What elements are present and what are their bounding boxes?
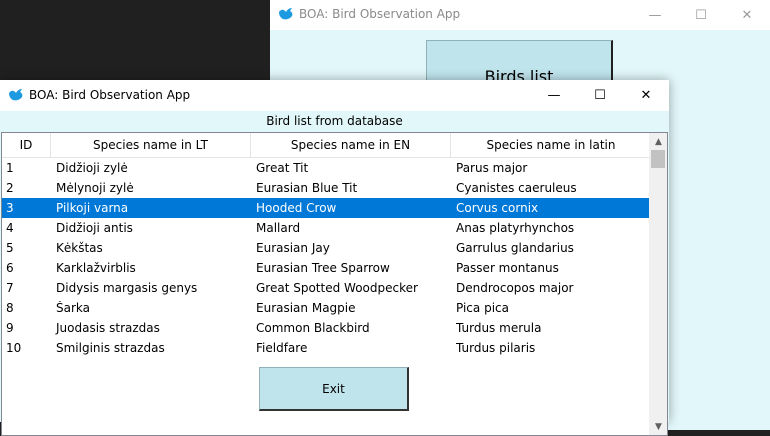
cell-lt: Kėkštas xyxy=(56,241,103,255)
cell-id: 3 xyxy=(6,201,14,215)
cell-id: 2 xyxy=(6,181,14,195)
cell-lt: Karklažvirblis xyxy=(56,261,136,275)
scroll-down-icon[interactable]: ▼ xyxy=(650,418,667,435)
table-row[interactable]: 9 Juodasis strazdas Common Blackbird Tur… xyxy=(2,318,652,338)
cell-latin: Garrulus glandarius xyxy=(456,241,574,255)
cell-latin: Cyanistes caeruleus xyxy=(456,181,577,195)
cell-id: 5 xyxy=(6,241,14,255)
cell-latin: Corvus cornix xyxy=(456,201,539,215)
cell-id: 9 xyxy=(6,321,14,335)
table-header: ID Species name in LT Species name in EN… xyxy=(2,133,652,158)
cell-id: 4 xyxy=(6,221,14,235)
close-icon[interactable]: ✕ xyxy=(724,0,770,30)
table-row[interactable]: 5 Kėkštas Eurasian Jay Garrulus glandari… xyxy=(2,238,652,258)
cell-id: 8 xyxy=(6,301,14,315)
column-header-en[interactable]: Species name in EN xyxy=(251,133,451,157)
cell-lt: Didžioji zylė xyxy=(56,161,128,175)
background-window-title: BOA: Bird Observation App xyxy=(299,7,461,21)
cell-lt: Didžioji antis xyxy=(56,221,133,235)
bird-list-window: BOA: Bird Observation App — ☐ ✕ Bird lis… xyxy=(0,80,669,436)
list-heading: Bird list from database xyxy=(266,114,403,128)
scroll-up-icon[interactable]: ▲ xyxy=(650,133,667,150)
cell-lt: Pilkoji varna xyxy=(56,201,129,215)
bird-icon xyxy=(278,7,294,21)
table-row[interactable]: 2 Mėlynoji zylė Eurasian Blue Tit Cyanis… xyxy=(2,178,652,198)
cell-lt: Mėlynoji zylė xyxy=(56,181,134,195)
maximize-icon[interactable]: ☐ xyxy=(577,80,623,111)
cell-latin: Turdus merula xyxy=(456,321,542,335)
cell-en: Mallard xyxy=(256,221,301,235)
maximize-icon[interactable]: ☐ xyxy=(678,0,724,30)
cell-id: 10 xyxy=(6,341,22,355)
cell-latin: Turdus pilaris xyxy=(456,341,536,355)
cell-id: 1 xyxy=(6,161,14,175)
table-body: 1 Didžioji zylė Great Tit Parus major 2 … xyxy=(2,158,652,358)
table-row[interactable]: 8 Šarka Eurasian Magpie Pica pica xyxy=(2,298,652,318)
table-row[interactable]: 10 Smilginis strazdas Fieldfare Turdus p… xyxy=(2,338,652,358)
cell-lt: Smilginis strazdas xyxy=(56,341,165,355)
minimize-icon[interactable]: — xyxy=(632,0,678,30)
cell-latin: Dendrocopos major xyxy=(456,281,574,295)
table-row-selected[interactable]: 3 Pilkoji varna Hooded Crow Corvus corni… xyxy=(2,198,652,218)
cell-latin: Anas platyrhynchos xyxy=(456,221,575,235)
table-row[interactable]: 4 Didžioji antis Mallard Anas platyrhync… xyxy=(2,218,652,238)
cell-en: Fieldfare xyxy=(256,341,308,355)
table-row[interactable]: 6 Karklažvirblis Eurasian Tree Sparrow P… xyxy=(2,258,652,278)
bird-icon xyxy=(8,88,24,102)
cell-en: Eurasian Magpie xyxy=(256,301,356,315)
vertical-scrollbar[interactable]: ▲ ▼ xyxy=(649,133,667,435)
cell-en: Hooded Crow xyxy=(256,201,337,215)
column-header-latin[interactable]: Species name in latin xyxy=(451,133,652,157)
background-title-bar[interactable]: BOA: Bird Observation App — ☐ ✕ xyxy=(270,0,770,30)
cell-en: Eurasian Blue Tit xyxy=(256,181,358,195)
column-header-id[interactable]: ID xyxy=(2,133,51,157)
cell-latin: Parus major xyxy=(456,161,528,175)
cell-en: Eurasian Tree Sparrow xyxy=(256,261,390,275)
cell-latin: Passer montanus xyxy=(456,261,559,275)
cell-latin: Pica pica xyxy=(456,301,509,315)
close-icon[interactable]: ✕ xyxy=(623,80,669,111)
minimize-icon[interactable]: — xyxy=(531,80,577,111)
cell-lt: Šarka xyxy=(56,301,90,315)
cell-en: Common Blackbird xyxy=(256,321,370,335)
cell-en: Great Spotted Woodpecker xyxy=(256,281,418,295)
cell-lt: Juodasis strazdas xyxy=(56,321,160,335)
table-row[interactable]: 7 Didysis margasis genys Great Spotted W… xyxy=(2,278,652,298)
cell-en: Eurasian Jay xyxy=(256,241,330,255)
cell-en: Great Tit xyxy=(256,161,309,175)
cell-id: 7 xyxy=(6,281,14,295)
table-row[interactable]: 1 Didžioji zylė Great Tit Parus major xyxy=(2,158,652,178)
exit-button[interactable]: Exit xyxy=(259,367,409,411)
cell-lt: Didysis margasis genys xyxy=(56,281,198,295)
column-header-lt[interactable]: Species name in LT xyxy=(51,133,251,157)
scroll-thumb[interactable] xyxy=(651,150,665,168)
window-title-bar[interactable]: BOA: Bird Observation App — ☐ ✕ xyxy=(0,80,669,111)
cell-id: 6 xyxy=(6,261,14,275)
window-title: BOA: Bird Observation App xyxy=(29,88,191,102)
